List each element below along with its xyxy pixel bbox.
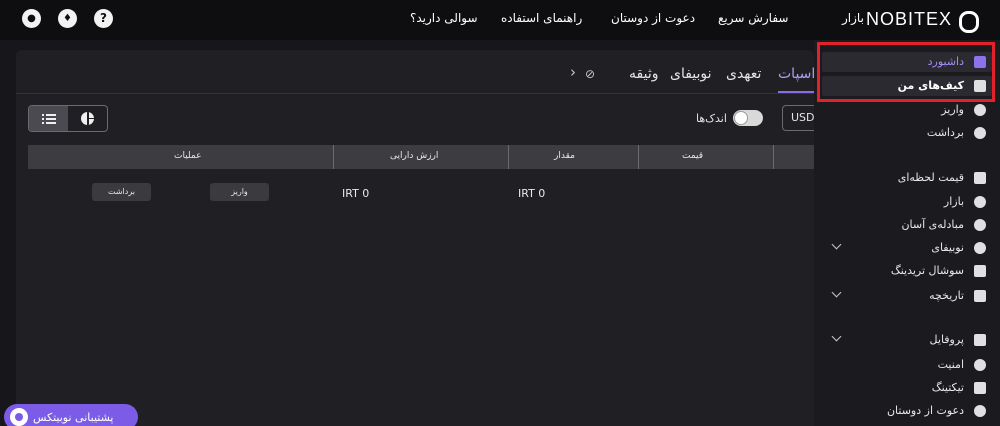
sidebar-item-label: بازار [943, 195, 964, 208]
help-icon[interactable]: ? [94, 9, 113, 28]
sidebar-item-live-prices[interactable]: قیمت لحظه‌ای [822, 168, 992, 188]
exchange-icon [974, 219, 986, 231]
row-amount: IRT 0 [518, 187, 546, 200]
nav-market[interactable]: بازار [842, 11, 864, 25]
sidebar-item-security[interactable]: امنیت [822, 355, 992, 375]
column-divider [773, 145, 774, 169]
column-price: قیمت [682, 151, 704, 161]
sidebar-item-social-trading[interactable]: سوشال تریدینگ [822, 261, 992, 281]
row-asset-value: IRT 0 [342, 187, 370, 200]
sidebar-item-label: دعوت از دوستان [886, 404, 964, 417]
nobitex-logo[interactable]: NOBITEX [865, 9, 980, 33]
nav-guide[interactable]: راهنمای استفاده [501, 11, 582, 25]
sidebar-item-label: واریز [941, 103, 964, 116]
view-mode-toggle [28, 105, 108, 132]
chevron-down-icon[interactable] [831, 331, 842, 342]
invite-icon [974, 405, 986, 417]
tab-nobify[interactable]: نوبیفای [670, 66, 712, 82]
sidebar-item-label: سوشال تریدینگ [890, 264, 964, 277]
column-amount: مقدار [554, 151, 575, 161]
deposit-icon [974, 104, 986, 116]
sidebar-item-label: برداشت [926, 126, 964, 139]
deposit-button[interactable]: واریز [210, 183, 269, 201]
withdraw-icon [974, 127, 986, 139]
chevron-right-icon[interactable]: › [570, 63, 576, 81]
top-bar: NOBITEX بازار سفارش سریع دعوت از دوستان … [0, 0, 1000, 40]
column-asset-value: ارزش دارایی [390, 151, 439, 161]
highlight-box [817, 42, 995, 102]
small-balances-switch[interactable] [732, 110, 763, 126]
sidebar-item-easy-exchange[interactable]: مبادله‌ی آسان [822, 215, 992, 235]
sidebar-item-nobify[interactable]: نوبیفای [822, 238, 992, 258]
nav-faq[interactable]: سوالی دارید؟ [410, 11, 478, 25]
tab-collateral[interactable]: وثیقه [629, 66, 658, 82]
column-divider [638, 145, 639, 169]
tabs-divider [16, 93, 814, 94]
small-balances-filter: اندک‌ها [696, 110, 763, 126]
crown-icon [974, 265, 986, 277]
shield-icon [974, 359, 986, 371]
nav-quick-order[interactable]: سفارش سریع [718, 11, 788, 25]
tab-spot[interactable]: اسپات [778, 66, 815, 82]
sidebar-item-ticketing[interactable]: تیکتینگ [822, 378, 992, 398]
column-actions: عملیات [174, 151, 202, 161]
sidebar-item-deposit[interactable]: واریز [822, 100, 992, 120]
wallet-panel: اسپات تعهدی نوبیفای وثیقه ⊘ › اندک‌ها US… [16, 50, 815, 426]
logo-text: NOBITEX [865, 9, 952, 29]
support-icon [10, 408, 28, 426]
support-chat-button[interactable]: پشتیبانی نوبیتکس [4, 404, 138, 426]
list-icon [41, 113, 56, 124]
currency-selector[interactable]: USDT [782, 105, 814, 131]
column-divider [333, 145, 334, 169]
withdraw-button[interactable]: برداشت [92, 183, 151, 201]
sidebar-item-label: قیمت لحظه‌ای [897, 171, 964, 184]
sidebar-item-market[interactable]: بازار [822, 192, 992, 212]
sidebar-item-profile[interactable]: پروفایل [822, 330, 992, 350]
sidebar-item-label: تاریخچه [929, 289, 964, 302]
profile-icon [974, 334, 986, 346]
sidebar-item-label: پروفایل [929, 333, 964, 346]
sidebar-item-withdraw[interactable]: برداشت [822, 123, 992, 143]
list-view-button[interactable] [29, 106, 68, 131]
pie-chart-view-button[interactable] [68, 106, 107, 131]
chevron-down-icon[interactable] [831, 287, 842, 298]
chevron-down-icon[interactable] [831, 239, 842, 250]
support-label: پشتیبانی نوبیتکس [33, 410, 114, 424]
small-balances-label: اندک‌ها [696, 111, 727, 125]
sidebar-item-label: مبادله‌ی آسان [901, 218, 964, 231]
sidebar-item-invite-friends[interactable]: دعوت از دوستان [822, 401, 992, 421]
calendar-icon [974, 290, 986, 302]
user-icon[interactable]: ● [22, 9, 41, 28]
market-icon [974, 196, 986, 208]
price-chart-icon [974, 172, 986, 184]
ticket-icon [974, 382, 986, 394]
pie-chart-icon [81, 112, 94, 125]
eye-off-icon[interactable]: ⊘ [585, 67, 595, 81]
table-header: قیمت مقدار ارزش دارایی عملیات [28, 145, 814, 169]
nav-invite-friends[interactable]: دعوت از دوستان [611, 11, 695, 25]
sidebar-item-label: تیکتینگ [931, 381, 964, 394]
sidebar-item-history[interactable]: تاریخچه [822, 286, 992, 306]
logo-mark-icon [958, 10, 980, 33]
bell-icon[interactable]: ♦ [58, 9, 77, 28]
sidebar-item-label: نوبیفای [931, 241, 964, 254]
nobify-icon [974, 242, 986, 254]
sidebar-item-label: امنیت [937, 358, 964, 371]
column-divider [508, 145, 509, 169]
tab-margin[interactable]: تعهدی [726, 66, 761, 82]
